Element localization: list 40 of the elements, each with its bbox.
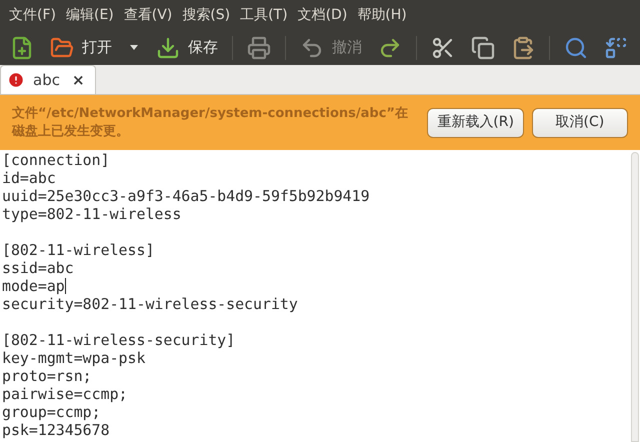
printer-icon bbox=[247, 36, 271, 60]
info-message: 文件“/etc/NetworkManager/system-connections/abc”在磁盘上已发生变更。 bbox=[12, 104, 409, 140]
code-line: pairwise=ccmp; bbox=[2, 385, 128, 403]
code-line: group=ccmp; bbox=[2, 403, 101, 421]
save-icon bbox=[156, 36, 180, 60]
code-line: [802-11-wireless-security] bbox=[2, 331, 236, 349]
save-button[interactable]: 保存 bbox=[150, 32, 224, 64]
info-bar-button[interactable]: 重新载入(R) bbox=[427, 108, 524, 138]
tab[interactable]: abc × bbox=[0, 65, 96, 94]
code-line: security=802-11-wireless-security bbox=[2, 295, 298, 313]
info-bar-button[interactable]: 取消(C) bbox=[532, 108, 628, 138]
menu-item[interactable]: 查看(V) bbox=[118, 4, 178, 26]
replace-icon bbox=[604, 36, 628, 60]
code-line: key-mgmt=wpa-psk bbox=[2, 349, 146, 367]
close-button[interactable]: × bbox=[68, 68, 89, 92]
menu-item[interactable]: 文件(F) bbox=[4, 4, 61, 26]
folder-icon bbox=[50, 36, 74, 60]
new-file-icon bbox=[10, 36, 34, 60]
tab-label: abc bbox=[33, 70, 60, 91]
scissors-icon bbox=[431, 36, 455, 60]
menu-item[interactable]: 工具(T) bbox=[235, 4, 293, 26]
code-line: uuid=25e30cc3-a9f3-46a5-b4d9-59f5b92b9419 bbox=[2, 187, 370, 205]
menu-item[interactable]: 编辑(E) bbox=[60, 4, 119, 26]
code-line: ssid=abc bbox=[2, 259, 74, 277]
open-button[interactable]: 打开 bbox=[44, 32, 118, 64]
code-line: type=802-11-wireless bbox=[2, 205, 182, 223]
code-line: mode=ap bbox=[2, 277, 65, 295]
search-icon bbox=[564, 36, 588, 60]
code-line: id=abc bbox=[2, 169, 56, 187]
menu-item[interactable]: 文档(D) bbox=[292, 4, 352, 26]
copy-icon bbox=[471, 36, 495, 60]
code-line: [802-11-wireless] bbox=[2, 241, 154, 259]
clipboard-icon bbox=[511, 36, 535, 60]
menu-item[interactable]: 帮助(H) bbox=[352, 4, 412, 26]
caret-icon bbox=[130, 45, 138, 50]
scrollbar[interactable] bbox=[631, 152, 639, 442]
code-line: [connection] bbox=[2, 151, 110, 169]
code-line: proto=rsn; bbox=[2, 367, 92, 385]
menu-item[interactable]: 搜索(S) bbox=[177, 4, 236, 26]
code-line: psk=12345678 bbox=[2, 421, 110, 439]
